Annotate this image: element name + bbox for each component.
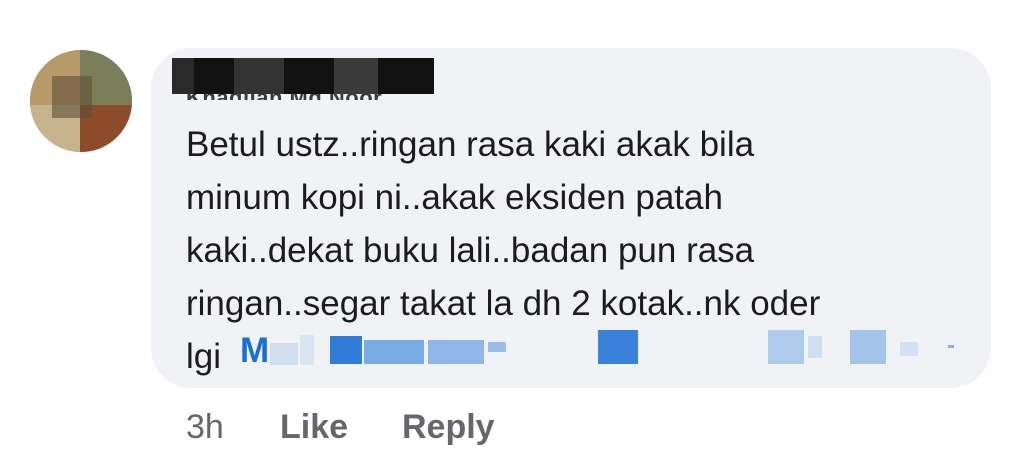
blur-block [808, 336, 822, 358]
redaction-block [194, 58, 234, 94]
reply-button[interactable]: Reply [402, 408, 495, 447]
blur-block [900, 342, 918, 356]
blur-block [488, 342, 506, 352]
avatar-pixel [52, 76, 92, 118]
redaction-block [284, 58, 334, 94]
timestamp[interactable]: 3h [186, 408, 224, 447]
redaction-block [172, 58, 194, 94]
redaction-block [234, 58, 284, 94]
avatar[interactable] [30, 50, 132, 152]
blur-block [428, 340, 484, 364]
comment-line: kaki..dekat buku lali..badan pun rasa [186, 231, 755, 270]
blur-block [270, 343, 298, 365]
blur-block [948, 345, 954, 348]
comment-line: Betul ustz..ringan rasa kaki akak bila [186, 125, 755, 164]
blur-block [598, 330, 638, 364]
mention-link[interactable]: M [240, 331, 269, 371]
redaction-block [378, 58, 434, 94]
blur-block [300, 335, 314, 365]
comment-line: minum kopi ni..akak eksiden patah [186, 178, 723, 217]
blur-block [330, 336, 362, 364]
comment-line: ringan..segar takat la dh 2 kotak..nk od… [186, 284, 821, 323]
blur-block [768, 330, 804, 364]
like-button[interactable]: Like [280, 408, 348, 447]
blur-block [364, 340, 424, 364]
blur-block [850, 330, 886, 364]
redaction-block [334, 58, 378, 94]
